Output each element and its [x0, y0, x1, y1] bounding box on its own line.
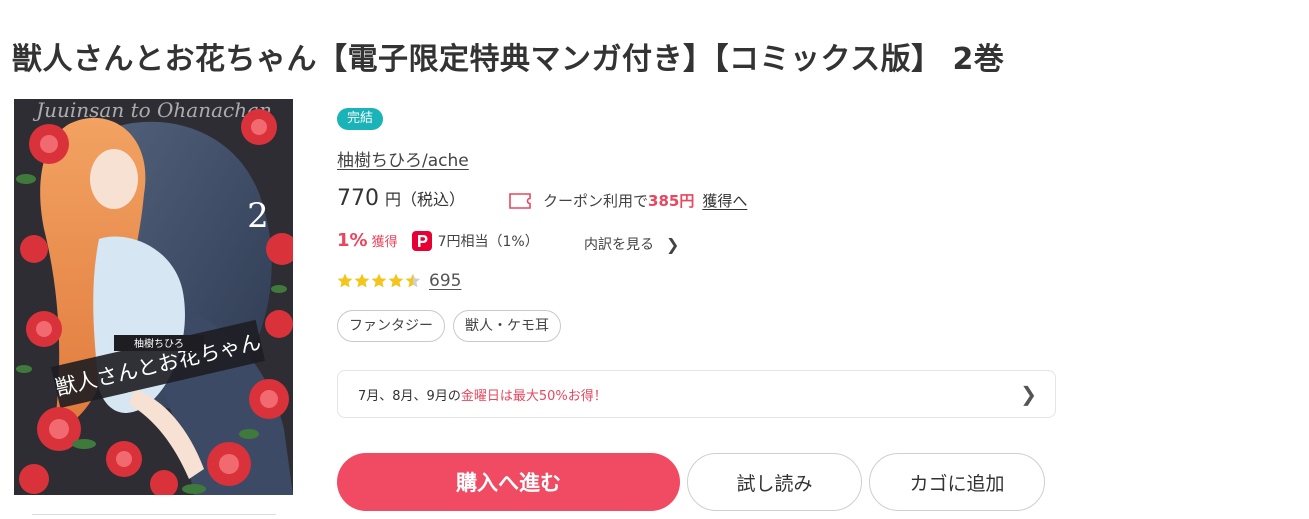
star-icon: [354, 273, 370, 288]
chevron-right-icon: ❯: [666, 234, 680, 254]
cover-illustration: 2 獣人さんとお花ちゃん 柚樹ちひろ Juuinsan to Ohanachan: [14, 99, 293, 495]
points-percent: 1%: [337, 230, 368, 251]
trial-read-button[interactable]: 試し読み: [687, 453, 862, 511]
star-rating: [337, 273, 421, 289]
star-icon: [405, 273, 421, 288]
coupon-amount: 385円: [648, 192, 695, 210]
campaign-prefix: 7月、8月、9月の: [358, 388, 461, 404]
points-row: 1% 獲得 7円相当（1%）: [337, 230, 539, 251]
points-breakdown-link[interactable]: 内訳を見る ❯: [584, 234, 679, 254]
breakdown-label: 内訳を見る: [584, 237, 654, 253]
page-title: 獣人さんとお花ちゃん【電子限定特典マンガ付き】【コミックス版】 2巻: [12, 42, 1005, 77]
genre-tags: ファンタジー 獣人・ケモ耳: [337, 310, 561, 342]
coupon-get-link[interactable]: 獲得へ: [702, 190, 747, 211]
coupon-ticket-icon: [509, 192, 531, 209]
campaign-banner[interactable]: 7月、8月、9月の 金曜日は最大50%お得！ ❯: [337, 370, 1056, 418]
star-icon: [337, 273, 353, 288]
cover-divider: [32, 514, 276, 515]
cover-volume-number: 2: [247, 196, 269, 236]
chevron-right-icon: ❯: [1020, 382, 1037, 406]
tag-beastman[interactable]: 獣人・ケモ耳: [453, 310, 561, 342]
price-row: 770 円（税込）: [337, 186, 465, 211]
star-icon: [388, 273, 404, 288]
price-unit: 円（税込）: [385, 190, 466, 209]
rating-row: 695: [337, 271, 461, 291]
points-equivalent: 7円相当（1%）: [437, 233, 539, 250]
coupon-prefix: クーポン利用で: [543, 192, 649, 210]
coupon-info: クーポン利用で 385円 獲得へ: [509, 190, 747, 211]
add-to-cart-button[interactable]: カゴに追加: [869, 453, 1045, 511]
buy-button[interactable]: 購入へ進む: [337, 453, 680, 511]
paypay-point-icon: [411, 230, 432, 251]
status-badge: 完結: [337, 108, 384, 130]
cover-image[interactable]: 2 獣人さんとお花ちゃん 柚樹ちひろ Juuinsan to Ohanachan: [14, 99, 293, 495]
review-count-link[interactable]: 695: [429, 271, 461, 291]
tag-fantasy[interactable]: ファンタジー: [337, 310, 445, 342]
cover-logo-text: Juuinsan to Ohanachan: [32, 99, 272, 122]
campaign-highlight: 金曜日は最大50%お得！: [460, 388, 607, 404]
price-value: 770: [337, 186, 379, 211]
cover-author-text: 柚樹ちひろ: [134, 337, 184, 350]
points-label: 獲得: [371, 235, 398, 250]
star-icon: [371, 273, 387, 288]
author-link[interactable]: 柚樹ちひろ/ache: [337, 146, 469, 171]
